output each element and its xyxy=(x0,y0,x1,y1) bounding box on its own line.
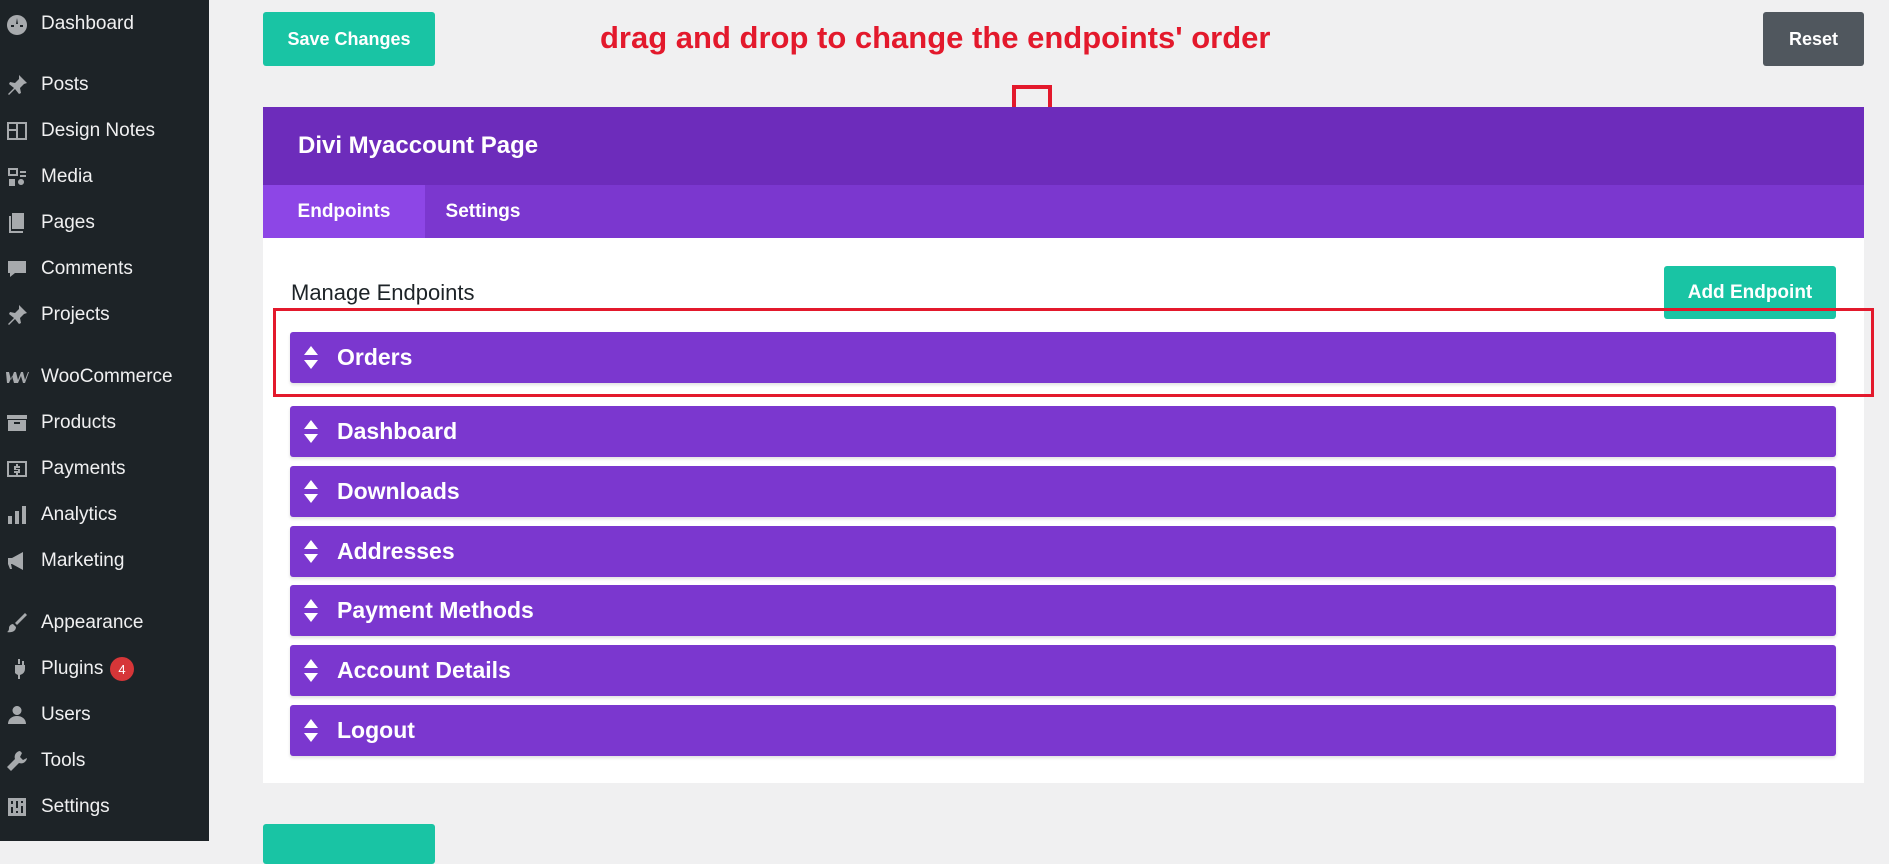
panel-title: Divi Myaccount Page xyxy=(298,132,539,159)
endpoint-item-downloads[interactable]: Downloads xyxy=(290,466,1836,517)
endpoint-item-payment-methods[interactable]: Payment Methods xyxy=(290,585,1836,636)
endpoint-label: Dashboard xyxy=(337,418,458,444)
sidebar-item-tools[interactable]: Tools xyxy=(0,741,209,781)
add-endpoint-button[interactable]: Add Endpoint xyxy=(1664,266,1836,319)
wrench-icon xyxy=(4,748,30,774)
section-title: Manage Endpoints xyxy=(291,280,475,305)
user-icon xyxy=(4,702,30,728)
tab-settings[interactable]: Settings xyxy=(425,185,541,238)
sidebar-item-settings[interactable]: Settings xyxy=(0,787,209,827)
sidebar-item-users[interactable]: Users xyxy=(0,695,209,735)
endpoint-label: Downloads xyxy=(337,478,460,504)
sidebar-item-posts[interactable]: Posts xyxy=(0,65,209,105)
endpoint-item-dashboard[interactable]: Dashboard xyxy=(290,406,1836,457)
sidebar-item-label: Plugins xyxy=(41,658,104,679)
endpoint-label: Addresses xyxy=(337,538,455,564)
update-count-badge: 4 xyxy=(110,657,134,681)
endpoint-item-logout[interactable]: Logout xyxy=(290,705,1836,756)
endpoint-item-account-details[interactable]: Account Details xyxy=(290,645,1836,696)
sidebar-item-label: Users xyxy=(41,704,91,725)
sidebar-item-comments[interactable]: Comments xyxy=(0,249,209,289)
annotation-text: drag and drop to change the endpoints' o… xyxy=(600,20,1271,55)
endpoint-item-orders[interactable]: Orders xyxy=(290,332,1836,383)
sort-handle-icon[interactable] xyxy=(304,420,318,443)
woo-icon xyxy=(4,364,30,390)
layout-icon xyxy=(4,118,30,144)
sort-handle-icon[interactable] xyxy=(304,480,318,503)
endpoint-item-addresses[interactable]: Addresses xyxy=(290,526,1836,577)
save-changes-button[interactable]: Save Changes xyxy=(263,12,435,66)
bar-chart-icon xyxy=(4,502,30,528)
sidebar-item-label: Settings xyxy=(41,796,110,817)
sidebar-item-label: Marketing xyxy=(41,550,125,571)
sidebar-item-media[interactable]: Media xyxy=(0,157,209,197)
sidebar-item-pages[interactable]: Pages xyxy=(0,203,209,243)
sidebar-item-label: Pages xyxy=(41,212,95,233)
panel-header: Divi Myaccount Page xyxy=(263,107,1864,185)
sidebar-item-products[interactable]: Products xyxy=(0,403,209,443)
sidebar-item-label: Design Notes xyxy=(41,120,156,141)
sidebar-item-label: Payments xyxy=(41,458,126,479)
sidebar-item-label: Projects xyxy=(41,304,110,325)
sort-handle-icon[interactable] xyxy=(304,346,318,369)
pages-icon xyxy=(4,210,30,236)
pin-icon xyxy=(4,302,30,328)
panel-body: Manage Endpoints Add Endpoint Orders Das… xyxy=(263,238,1864,783)
sidebar-item-design-notes[interactable]: Design Notes xyxy=(0,111,209,151)
sort-handle-icon[interactable] xyxy=(304,719,318,742)
sidebar-item-projects[interactable]: Projects xyxy=(0,295,209,335)
sidebar-item-label: Dashboard xyxy=(41,13,134,34)
settings-icon xyxy=(4,794,30,820)
sidebar-item-marketing[interactable]: Marketing xyxy=(0,541,209,581)
dollar-icon xyxy=(4,456,30,482)
tab-endpoints[interactable]: Endpoints xyxy=(263,185,425,238)
sidebar-item-label: Media xyxy=(41,166,93,187)
sidebar-item-label: WooCommerce xyxy=(41,366,173,387)
sidebar-item-label: Tools xyxy=(41,750,86,771)
comment-icon xyxy=(4,256,30,282)
endpoint-label: Payment Methods xyxy=(337,597,534,623)
admin-sidebar: Dashboard Posts Design Notes Media Pages… xyxy=(0,0,209,841)
sidebar-item-woocommerce[interactable]: WooCommerce xyxy=(0,357,209,397)
endpoint-label: Logout xyxy=(337,717,415,743)
megaphone-icon xyxy=(4,548,30,574)
sidebar-item-label: Comments xyxy=(41,258,133,279)
pin-icon xyxy=(4,72,30,98)
sort-handle-icon[interactable] xyxy=(304,659,318,682)
reset-button[interactable]: Reset xyxy=(1763,12,1864,66)
sidebar-item-payments[interactable]: Payments xyxy=(0,449,209,489)
sort-handle-icon[interactable] xyxy=(304,540,318,563)
sidebar-item-label: Posts xyxy=(41,74,89,95)
plugin-icon xyxy=(4,656,30,682)
sidebar-item-plugins[interactable]: Plugins 4 xyxy=(0,649,209,689)
dashboard-icon xyxy=(4,11,30,37)
sidebar-item-label: Products xyxy=(41,412,116,433)
endpoint-label: Orders xyxy=(337,344,413,370)
sidebar-item-dashboard[interactable]: Dashboard xyxy=(0,4,209,44)
media-icon xyxy=(4,164,30,190)
brush-icon xyxy=(4,610,30,636)
endpoint-label: Account Details xyxy=(337,657,511,683)
archive-icon xyxy=(4,410,30,436)
sidebar-item-analytics[interactable]: Analytics xyxy=(0,495,209,535)
sort-handle-icon[interactable] xyxy=(304,599,318,622)
sidebar-item-label: Appearance xyxy=(41,612,144,633)
panel-tabs: Endpoints Settings xyxy=(263,185,1864,238)
sidebar-item-appearance[interactable]: Appearance xyxy=(0,603,209,643)
save-changes-button-bottom[interactable] xyxy=(263,824,435,864)
sidebar-item-label: Analytics xyxy=(41,504,118,525)
